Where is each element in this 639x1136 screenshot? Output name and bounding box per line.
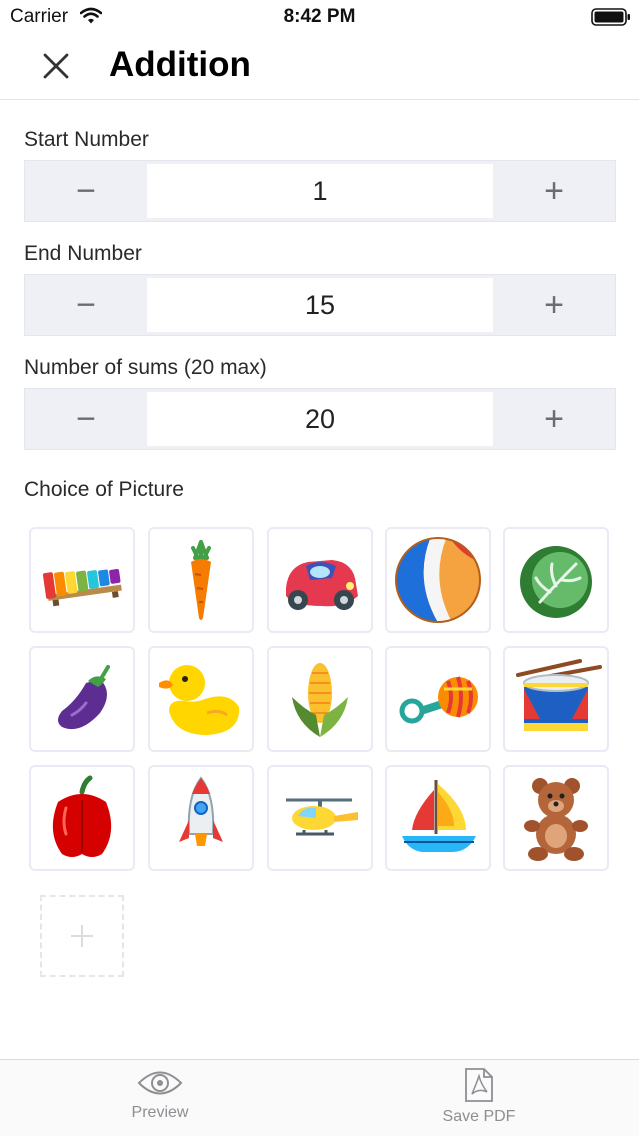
start-number-stepper: − 1 + (24, 160, 616, 222)
picture-tile-teddy-bear[interactable] (503, 765, 609, 871)
picture-tile-corn[interactable] (267, 646, 373, 752)
eggplant-icon (58, 665, 110, 730)
picture-tile-beach-ball[interactable] (385, 527, 491, 633)
battery-icon (591, 8, 630, 26)
picture-choice-label: Choice of Picture (24, 478, 184, 501)
picture-tile-eggplant[interactable] (29, 646, 135, 752)
picture-tile-rattle[interactable] (385, 646, 491, 752)
number-of-sums-increment-button[interactable]: + (493, 389, 615, 449)
end-number-value[interactable]: 15 (147, 278, 493, 332)
save-pdf-label: Save PDF (442, 1108, 516, 1125)
picture-tile-carrot[interactable] (148, 527, 254, 633)
start-number-decrement-button[interactable]: − (25, 161, 147, 221)
rubber-duck-icon (159, 665, 240, 735)
page-title: Addition (109, 45, 251, 84)
number-of-sums-label: Number of sums (20 max) (24, 356, 267, 379)
close-button[interactable] (34, 48, 78, 84)
rocket-icon (179, 776, 223, 846)
drum-icon (516, 659, 602, 731)
status-time: 8:42 PM (283, 6, 356, 27)
plus-icon (71, 925, 93, 947)
picture-tile-rocket[interactable] (148, 765, 254, 871)
number-of-sums-value[interactable]: 20 (147, 392, 493, 446)
cabbage-icon (520, 546, 592, 618)
sailboat-icon (402, 780, 476, 852)
picture-tile-drum[interactable] (503, 646, 609, 752)
end-number-stepper: − 15 + (24, 274, 616, 336)
save-pdf-button[interactable]: Save PDF (399, 1068, 559, 1134)
carrot-icon (191, 540, 211, 620)
teddy-bear-icon (524, 778, 588, 861)
toy-car-icon (286, 560, 358, 610)
preview-button[interactable]: Preview (80, 1068, 240, 1134)
nav-bar: Addition (0, 34, 639, 100)
picture-tile-toy-car[interactable] (267, 527, 373, 633)
beach-ball-icon (395, 537, 481, 623)
number-of-sums-decrement-button[interactable]: − (25, 389, 147, 449)
eye-icon (137, 1071, 183, 1095)
bell-pepper-icon (52, 775, 112, 857)
start-number-label: Start Number (24, 128, 149, 151)
bottom-toolbar: Preview Save PDF (0, 1059, 639, 1136)
picture-tile-bell-pepper[interactable] (29, 765, 135, 871)
end-number-decrement-button[interactable]: − (25, 275, 147, 335)
end-number-label: End Number (24, 242, 142, 265)
corn-icon (292, 663, 348, 737)
start-number-value[interactable]: 1 (147, 164, 493, 218)
picture-tile-sailboat[interactable] (385, 765, 491, 871)
preview-label: Preview (131, 1104, 189, 1121)
rattle-icon (399, 676, 478, 724)
close-icon (43, 53, 69, 79)
end-number-increment-button[interactable]: + (493, 275, 615, 335)
helicopter-icon (286, 798, 358, 836)
start-number-increment-button[interactable]: + (493, 161, 615, 221)
picture-tile-cabbage[interactable] (503, 527, 609, 633)
xylophone-icon (42, 569, 122, 607)
add-picture-button[interactable] (40, 895, 124, 977)
picture-tile-helicopter[interactable] (267, 765, 373, 871)
status-bar: Carrier 8:42 PM (0, 0, 639, 34)
number-of-sums-stepper: − 20 + (24, 388, 616, 450)
picture-tile-rubber-duck[interactable] (148, 646, 254, 752)
picture-tile-xylophone[interactable] (29, 527, 135, 633)
pdf-file-icon (465, 1068, 493, 1102)
